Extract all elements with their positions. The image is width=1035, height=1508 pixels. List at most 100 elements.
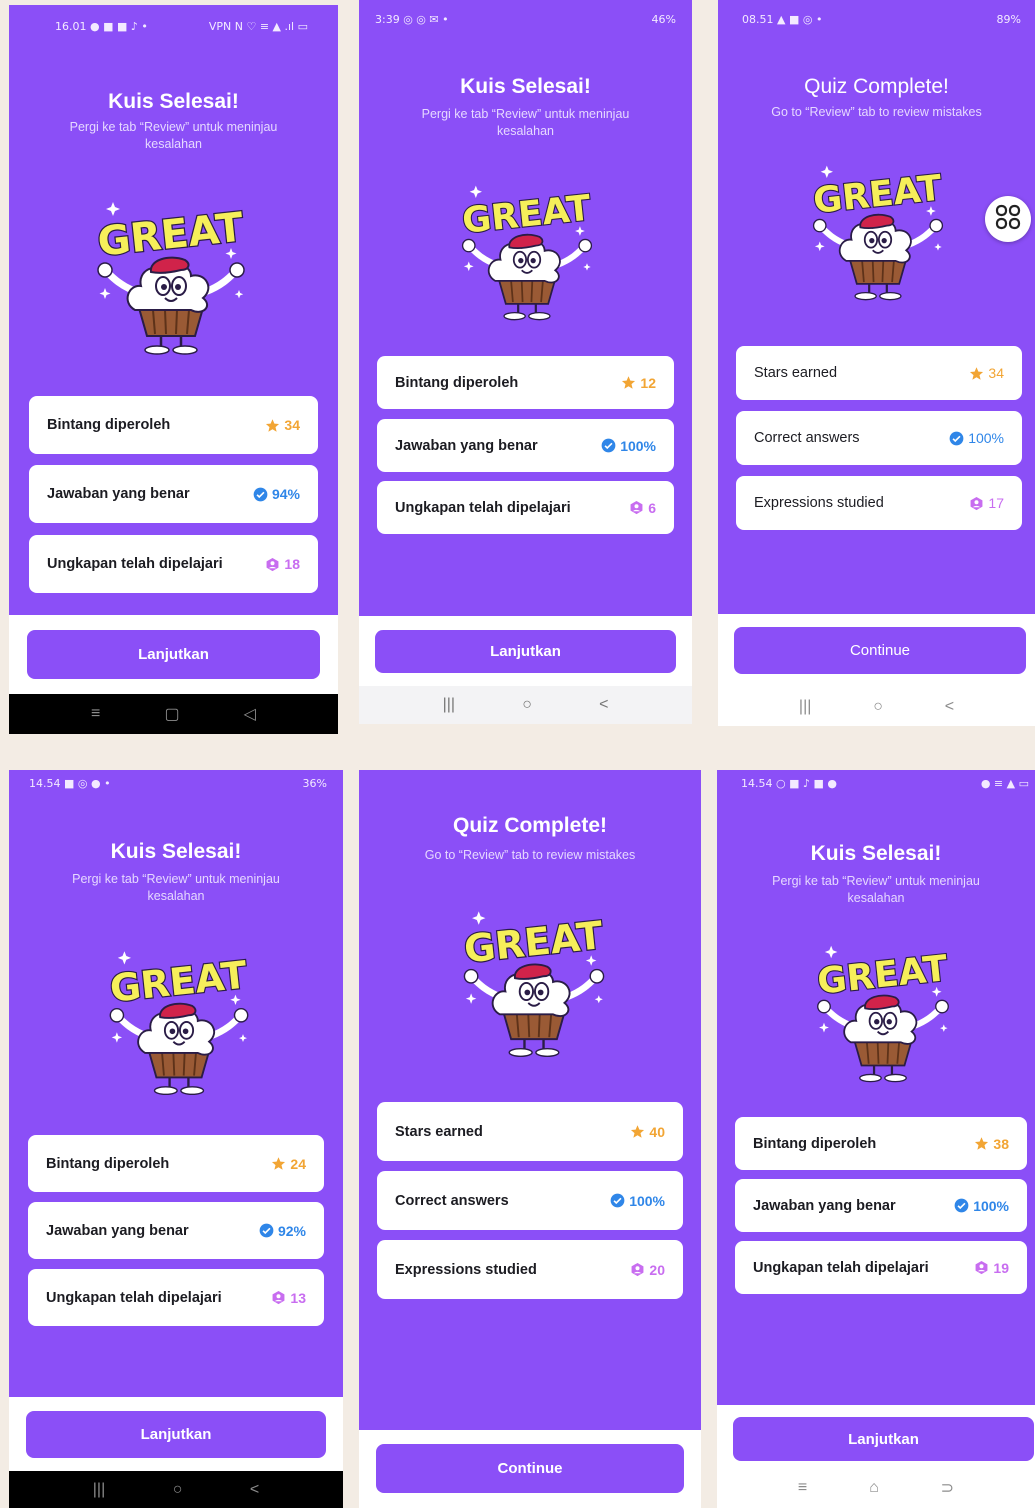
stat-value-expressions: 6 bbox=[629, 500, 656, 516]
stat-value-expressions: 18 bbox=[265, 556, 300, 572]
svg-text:GREAT: GREAT bbox=[95, 204, 246, 265]
stat-row-stars: Bintang diperoleh 38 bbox=[735, 1117, 1027, 1170]
back-button[interactable]: < bbox=[945, 698, 954, 716]
grid-icon bbox=[994, 203, 1022, 236]
great-mascot-illustration: GREAT bbox=[814, 945, 951, 1083]
expression-icon bbox=[629, 500, 644, 515]
stat-value-expressions: 17 bbox=[969, 495, 1004, 511]
phone-screen-4: 14.54 ■ ◎ ● • 36% Kuis Selesai! Pergi ke… bbox=[9, 770, 343, 1508]
phone-screen-6: 14.54 ○ ■ ♪ ■ ● ● ≡ ▲ ▭ Kuis Selesai! Pe… bbox=[717, 770, 1035, 1508]
status-time: 14.54 bbox=[741, 776, 773, 790]
stat-value-expressions: 19 bbox=[974, 1260, 1009, 1276]
stat-label: Bintang diperoleh bbox=[46, 1155, 170, 1172]
stat-row-expressions: Ungkapan telah dipelajari 19 bbox=[735, 1241, 1027, 1294]
phone-screen-3: 08.51 ▲ ■ ◎ • 89% Quiz Complete! Go to “… bbox=[718, 0, 1035, 726]
stat-label: Correct answers bbox=[754, 430, 860, 446]
continue-button[interactable]: Lanjutkan bbox=[26, 1411, 326, 1458]
svg-text:GREAT: GREAT bbox=[462, 913, 605, 971]
stat-label: Correct answers bbox=[395, 1192, 509, 1209]
recents-button[interactable]: ||| bbox=[799, 698, 811, 716]
status-icons-right: 46% bbox=[651, 12, 676, 26]
page-subtitle: Pergi ke tab “Review” untuk meninjau kes… bbox=[421, 107, 630, 138]
phone-screen-1: 16.01 ● ■ ■ ♪ • VPN N ♡ ≡ ▲ .ıl ▭ Kuis S… bbox=[9, 5, 338, 734]
system-nav-bar: ||| ○ < bbox=[9, 1471, 343, 1508]
quiz-complete-panel: 08.51 ▲ ■ ◎ • 89% Quiz Complete! Go to “… bbox=[718, 0, 1035, 614]
stat-row-correct: Jawaban yang benar 100% bbox=[735, 1179, 1027, 1232]
back-button[interactable]: ◁ bbox=[244, 704, 256, 724]
stat-row-stars: Bintang diperoleh 12 bbox=[377, 356, 674, 409]
home-button[interactable]: ○ bbox=[173, 1481, 183, 1499]
continue-button[interactable]: Lanjutkan bbox=[733, 1417, 1034, 1461]
phone-screen-2: 3:39 ◎ ◎ ✉ • 46% Kuis Selesai! Pergi ke … bbox=[359, 0, 692, 724]
continue-button[interactable]: Continue bbox=[376, 1444, 684, 1493]
stat-value-correct: 100% bbox=[610, 1193, 665, 1209]
stat-label: Ungkapan telah dipelajari bbox=[395, 499, 571, 516]
stat-label: Expressions studied bbox=[754, 495, 884, 511]
back-button[interactable]: ⊃ bbox=[941, 1478, 954, 1498]
expression-icon bbox=[265, 557, 280, 572]
star-icon bbox=[265, 418, 280, 433]
page-subtitle: Go to “Review” tab to review mistakes bbox=[771, 105, 982, 119]
quiz-complete-panel: 14.54 ○ ■ ♪ ■ ● ● ≡ ▲ ▭ Kuis Selesai! Pe… bbox=[717, 770, 1035, 1405]
page-subtitle: Pergi ke tab “Review” untuk meninjau kes… bbox=[69, 120, 278, 151]
stat-value-stars: 34 bbox=[969, 365, 1004, 381]
check-badge-icon bbox=[954, 1198, 969, 1213]
back-button[interactable]: < bbox=[599, 696, 608, 714]
stat-row-correct: Correct answers 100% bbox=[377, 1171, 683, 1230]
status-time: 3:39 bbox=[375, 12, 400, 26]
phone-screen-5: Quiz Complete! Go to “Review” tab to rev… bbox=[359, 770, 701, 1508]
status-icons-right: ● ≡ ▲ ▭ bbox=[980, 776, 1029, 790]
home-button[interactable]: ⌂ bbox=[869, 1479, 879, 1497]
home-button[interactable]: ○ bbox=[873, 698, 883, 716]
quiz-complete-panel: Quiz Complete! Go to “Review” tab to rev… bbox=[359, 770, 701, 1430]
stat-value-correct: 92% bbox=[259, 1223, 306, 1239]
check-badge-icon bbox=[601, 438, 616, 453]
great-mascot-illustration: GREAT bbox=[810, 165, 945, 301]
recents-button[interactable]: ||| bbox=[443, 696, 455, 714]
check-badge-icon bbox=[610, 1193, 625, 1208]
great-mascot-illustration: GREAT bbox=[459, 185, 594, 321]
stat-label: Jawaban yang benar bbox=[753, 1197, 896, 1214]
continue-button[interactable]: Continue bbox=[734, 627, 1026, 674]
check-badge-icon bbox=[259, 1223, 274, 1238]
svg-text:GREAT: GREAT bbox=[108, 953, 250, 1011]
continue-button[interactable]: Lanjutkan bbox=[27, 630, 320, 679]
stat-row-correct: Jawaban yang benar 100% bbox=[377, 419, 674, 472]
stat-label: Stars earned bbox=[754, 365, 838, 381]
home-button[interactable]: ▢ bbox=[164, 704, 179, 724]
menu-button[interactable]: ≡ bbox=[798, 1479, 807, 1497]
star-icon bbox=[974, 1136, 989, 1151]
back-button[interactable]: < bbox=[250, 1481, 259, 1499]
page-title: Kuis Selesai! bbox=[110, 840, 242, 863]
page-title: Kuis Selesai! bbox=[810, 842, 942, 865]
system-nav-bar: ≡ ▢ ◁ bbox=[9, 694, 338, 734]
stat-row-correct: Correct answers 100% bbox=[736, 411, 1022, 465]
stat-row-stars: Stars earned 40 bbox=[377, 1102, 683, 1161]
floating-menu-button[interactable] bbox=[985, 196, 1031, 242]
expression-icon bbox=[630, 1262, 645, 1277]
stat-value-correct: 100% bbox=[954, 1198, 1009, 1214]
page-subtitle: Go to “Review” tab to review mistakes bbox=[424, 848, 636, 862]
stat-label: Bintang diperoleh bbox=[395, 374, 519, 391]
great-mascot-illustration: GREAT bbox=[461, 911, 606, 1057]
stat-value-expressions: 20 bbox=[630, 1262, 665, 1278]
stat-label: Jawaban yang benar bbox=[46, 1222, 189, 1239]
continue-button[interactable]: Lanjutkan bbox=[375, 630, 676, 673]
svg-text:GREAT: GREAT bbox=[815, 948, 950, 1002]
stat-value-stars: 24 bbox=[271, 1156, 306, 1172]
home-button[interactable]: ○ bbox=[522, 696, 532, 714]
recents-button[interactable]: ||| bbox=[93, 1481, 105, 1499]
great-mascot-illustration: GREAT bbox=[94, 202, 247, 355]
stat-label: Stars earned bbox=[395, 1123, 483, 1140]
great-mascot-illustration: GREAT bbox=[107, 951, 251, 1096]
stat-label: Ungkapan telah dipelajari bbox=[753, 1259, 929, 1276]
status-bar: 3:39 ◎ ◎ ✉ • 46% bbox=[359, 4, 692, 34]
system-nav-bar: ||| ○ < bbox=[359, 686, 692, 724]
stat-label: Jawaban yang benar bbox=[395, 437, 538, 454]
system-nav-bar: ≡ ⌂ ⊃ bbox=[717, 1468, 1035, 1508]
recents-button[interactable]: ≡ bbox=[91, 705, 100, 723]
expression-icon bbox=[974, 1260, 989, 1275]
stat-value-stars: 40 bbox=[630, 1124, 665, 1140]
page-title: Quiz Complete! bbox=[452, 814, 607, 837]
stat-row-correct: Jawaban yang benar 92% bbox=[28, 1202, 324, 1259]
